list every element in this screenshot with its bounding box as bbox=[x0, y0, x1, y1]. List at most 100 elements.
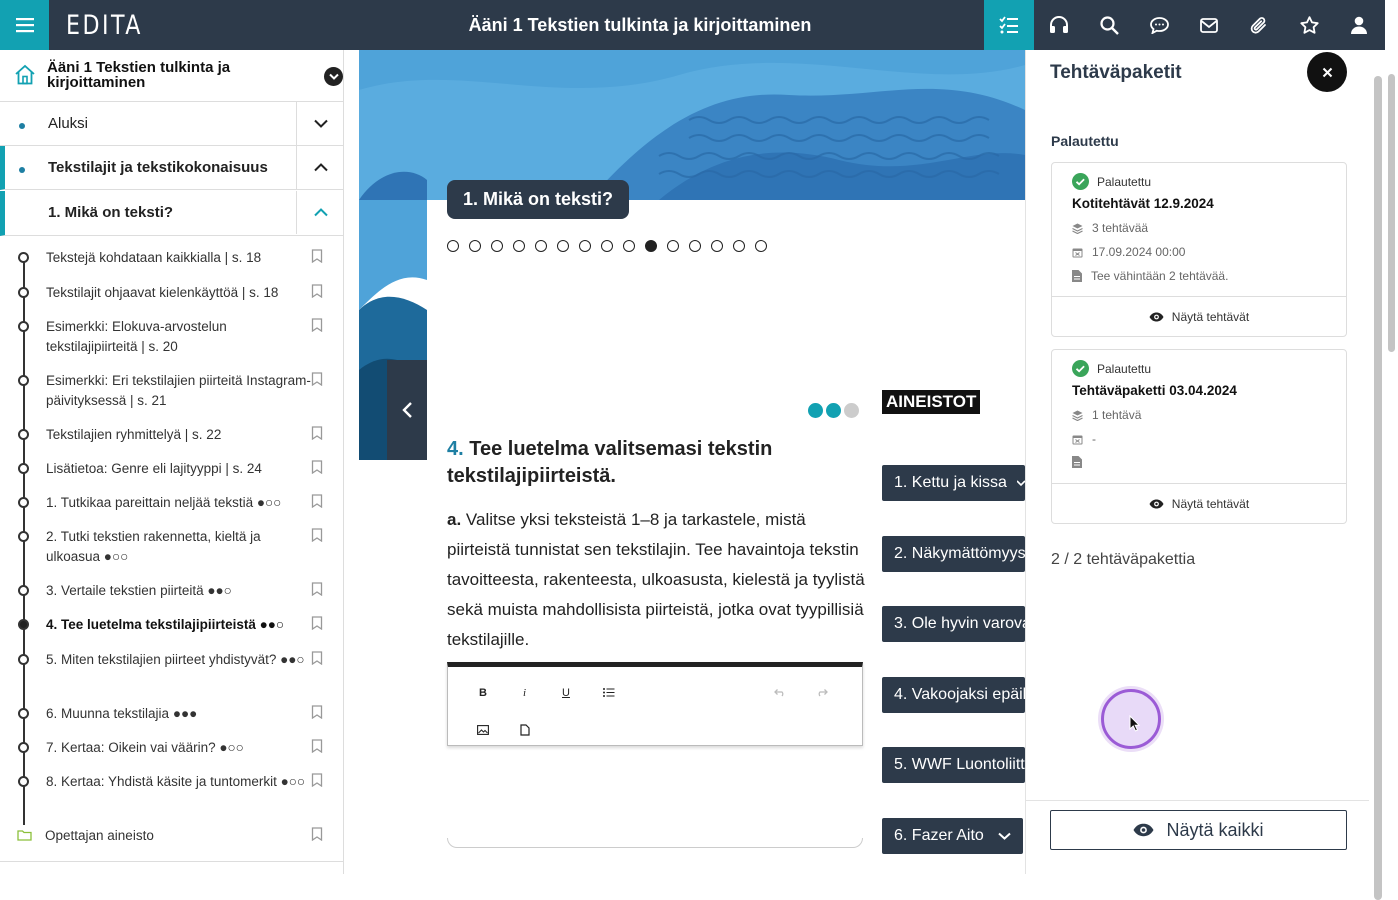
material-button[interactable]: 3. Ole hyvin varovainen bbox=[882, 606, 1025, 642]
bullet-list-icon[interactable] bbox=[603, 688, 615, 697]
page-scrollbar-thumb[interactable] bbox=[1388, 74, 1395, 352]
panel-footer: Näytä kaikki bbox=[1026, 800, 1369, 874]
bold-button[interactable]: B bbox=[479, 687, 487, 699]
page-dot[interactable] bbox=[689, 240, 701, 252]
chevron-left-icon bbox=[401, 402, 412, 418]
search-button[interactable] bbox=[1084, 0, 1134, 50]
insert-image-icon[interactable] bbox=[477, 725, 489, 735]
redo-icon[interactable] bbox=[816, 688, 828, 697]
material-button[interactable]: 1. Kettu ja kissa bbox=[882, 465, 1025, 501]
answer-editor[interactable]: B i U bbox=[447, 662, 863, 746]
bookmark-icon[interactable] bbox=[311, 705, 323, 719]
page-dot[interactable] bbox=[579, 240, 591, 252]
step-circle-icon bbox=[18, 463, 29, 474]
panel-title: Tehtäväpaketit bbox=[1050, 62, 1182, 83]
page-dot[interactable] bbox=[557, 240, 569, 252]
section-toggle[interactable] bbox=[296, 102, 343, 145]
page-scrollbar[interactable] bbox=[1385, 0, 1398, 874]
page-dot[interactable] bbox=[667, 240, 679, 252]
bookmark-icon[interactable] bbox=[311, 582, 323, 596]
undo-icon[interactable] bbox=[774, 688, 786, 697]
material-button[interactable]: 2. Näkymättömyys bbox=[882, 536, 1025, 572]
page-dot-current[interactable] bbox=[645, 240, 657, 252]
favorites-button[interactable] bbox=[1284, 0, 1334, 50]
edita-logo: EDITA bbox=[66, 10, 143, 41]
chat-button[interactable] bbox=[1134, 0, 1184, 50]
insert-file-icon[interactable] bbox=[520, 724, 530, 736]
task-count-row: 3 tehtävää bbox=[1072, 221, 1148, 235]
bookmark-icon[interactable] bbox=[311, 739, 323, 753]
show-tasks-button[interactable]: Näytä tehtävät bbox=[1052, 483, 1346, 523]
page-dot[interactable] bbox=[711, 240, 723, 252]
material-button[interactable]: 4. Vakoojaksi epäilty bbox=[882, 677, 1025, 713]
item-label: Tekstejä kohdataan kaikkialla | s. 18 bbox=[46, 250, 262, 265]
chevron-up-icon bbox=[313, 208, 328, 217]
menu-button[interactable] bbox=[0, 0, 49, 50]
page-dot[interactable] bbox=[469, 240, 481, 252]
bookmark-icon[interactable] bbox=[311, 616, 323, 630]
step-circle-icon bbox=[18, 585, 29, 596]
bookmark-icon[interactable] bbox=[311, 460, 323, 474]
page-dot[interactable] bbox=[733, 240, 745, 252]
attachments-button[interactable] bbox=[1234, 0, 1284, 50]
bookmark-icon[interactable] bbox=[311, 651, 323, 665]
profile-button[interactable] bbox=[1334, 0, 1384, 50]
page-dot[interactable] bbox=[447, 240, 459, 252]
panel-scrollbar-thumb[interactable] bbox=[1374, 76, 1382, 900]
show-tasks-button[interactable]: Näytä tehtävät bbox=[1052, 296, 1346, 336]
chapter-toggle[interactable] bbox=[296, 191, 343, 234]
chapter-label: 1. Mikä on teksti? bbox=[48, 204, 174, 221]
panel-scrollbar[interactable] bbox=[1372, 50, 1384, 900]
page-dot[interactable] bbox=[755, 240, 767, 252]
task-list-icon bbox=[999, 16, 1018, 34]
bookmark-icon[interactable] bbox=[311, 773, 323, 787]
document-icon bbox=[1072, 270, 1082, 282]
check-circle-icon bbox=[1072, 360, 1089, 377]
package-count: 2 / 2 tehtäväpakettia bbox=[1051, 551, 1196, 568]
section-toggle[interactable] bbox=[296, 146, 343, 189]
package-name: Kotitehtävät 12.9.2024 bbox=[1072, 196, 1214, 211]
bookmark-icon[interactable] bbox=[311, 284, 323, 298]
section-tekstilajit[interactable]: Tekstilajit ja tekstikokonaisuus bbox=[0, 146, 343, 190]
check-circle-icon bbox=[1072, 173, 1089, 190]
search-icon bbox=[1099, 15, 1119, 35]
page-dot[interactable] bbox=[513, 240, 525, 252]
material-label: 2. Näkymättömyys bbox=[894, 545, 1025, 562]
previous-page-button[interactable] bbox=[387, 360, 427, 460]
bookmark-icon[interactable] bbox=[311, 426, 323, 440]
bookmark-icon[interactable] bbox=[311, 494, 323, 508]
page-dot[interactable] bbox=[623, 240, 635, 252]
bookmark-icon[interactable] bbox=[311, 372, 323, 386]
eye-icon bbox=[1149, 312, 1164, 321]
step-circle-icon bbox=[18, 619, 29, 630]
task-title: Tee luetelma valitsemasi tekstin tekstil… bbox=[447, 438, 773, 487]
material-label: 1. Kettu ja kissa bbox=[894, 474, 1007, 491]
page-indicator[interactable] bbox=[447, 240, 767, 252]
page-dot[interactable] bbox=[491, 240, 503, 252]
italic-button[interactable]: i bbox=[523, 687, 526, 699]
bookmark-icon[interactable] bbox=[311, 827, 323, 841]
material-button[interactable]: 5. WWF Luontoliitto bbox=[882, 747, 1025, 783]
underline-button[interactable]: U bbox=[562, 687, 570, 699]
step-circle-icon bbox=[18, 321, 29, 332]
audio-button[interactable] bbox=[1034, 0, 1084, 50]
calendar-icon bbox=[1072, 248, 1083, 257]
material-button[interactable]: 6. Fazer Aito bbox=[882, 818, 1023, 854]
section-label: Aluksi bbox=[48, 115, 89, 132]
chapter-mika-on-teksti[interactable]: 1. Mikä on teksti? bbox=[0, 191, 343, 236]
home-button[interactable] bbox=[14, 64, 36, 85]
show-all-button[interactable]: Näytä kaikki bbox=[1050, 810, 1347, 850]
bookmark-icon[interactable] bbox=[311, 528, 323, 542]
mouse-pointer-icon bbox=[1129, 715, 1141, 732]
task-heading: 4. Tee luetelma valitsemasi tekstin teks… bbox=[447, 436, 867, 490]
section-aluksi[interactable]: Aluksi bbox=[0, 102, 343, 146]
task-packages-panel: Tehtäväpaketit Palautettu Palautettu Kot… bbox=[1025, 50, 1369, 874]
page-dot[interactable] bbox=[601, 240, 613, 252]
bookmark-icon[interactable] bbox=[311, 249, 323, 263]
bookmark-icon[interactable] bbox=[311, 318, 323, 332]
page-dot[interactable] bbox=[535, 240, 547, 252]
task-packages-button[interactable] bbox=[984, 0, 1034, 50]
close-panel-button[interactable] bbox=[1307, 52, 1347, 92]
mail-button[interactable] bbox=[1184, 0, 1234, 50]
book-menu-toggle[interactable] bbox=[324, 67, 343, 86]
